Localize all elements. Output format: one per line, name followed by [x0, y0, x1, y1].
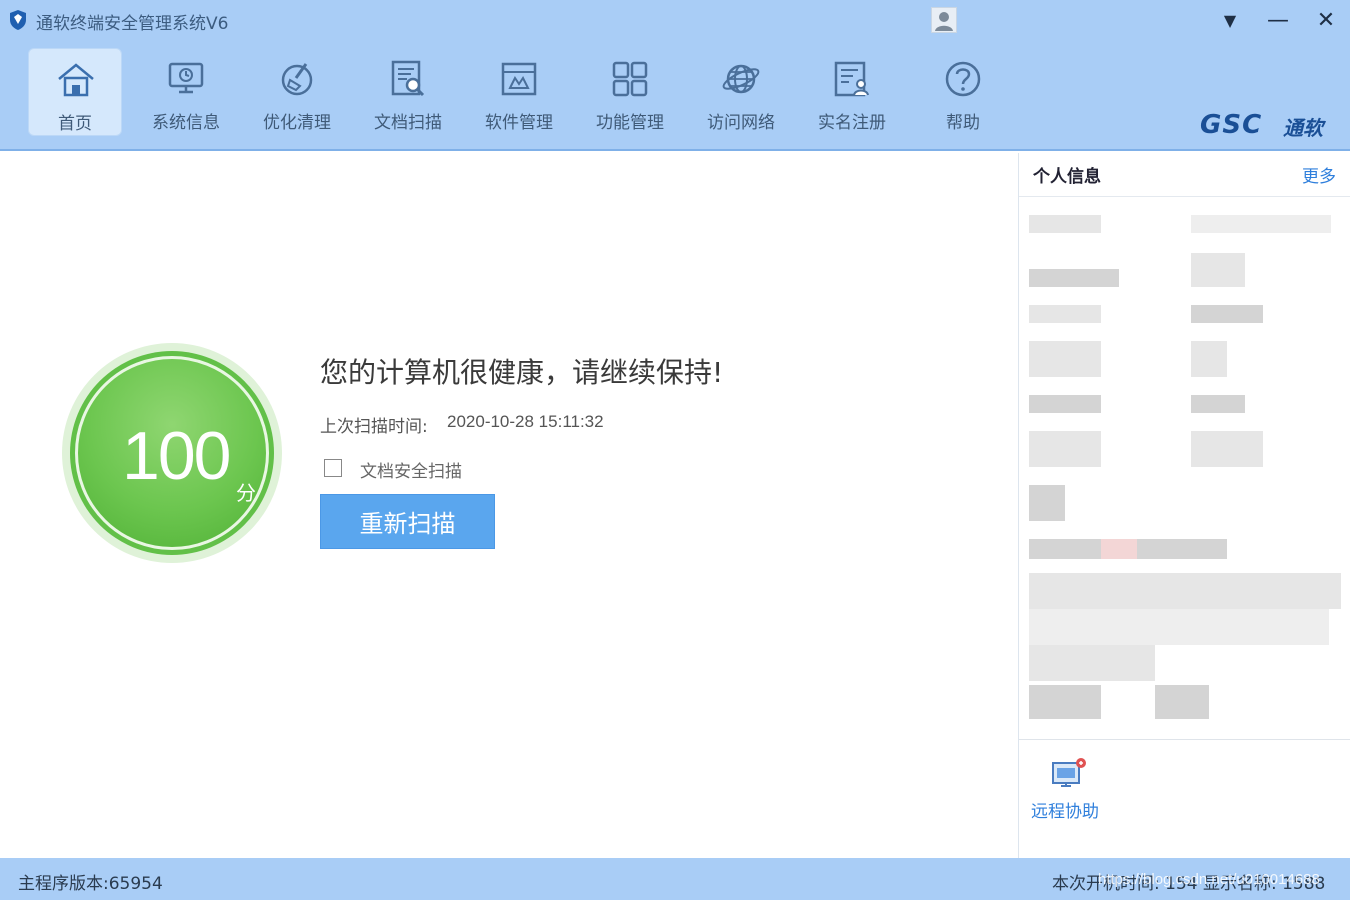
brand-logo-cn: 通软 — [1283, 116, 1323, 140]
minimize-button[interactable]: — — [1258, 4, 1298, 36]
watermark: https://blog.csdn.net/u010014688 — [1098, 871, 1320, 888]
program-version: 主程序版本:65954 — [18, 874, 163, 894]
nav-function-manage-label: 功能管理 — [596, 113, 664, 133]
remote-assist-icon[interactable] — [1049, 755, 1089, 793]
nav-system-info-label: 系统信息 — [152, 113, 220, 133]
user-avatar-button[interactable] — [931, 7, 957, 33]
nav-document-scan-label: 文档扫描 — [374, 113, 442, 133]
health-score-badge: 100 分 — [62, 343, 282, 563]
nav-access-network[interactable]: 访问网络 — [694, 48, 788, 136]
health-headline: 您的计算机很健康，请继续保持! — [320, 356, 724, 389]
close-button[interactable]: ✕ — [1306, 4, 1346, 36]
software-box-icon — [501, 62, 537, 96]
nav-software-manage-label: 软件管理 — [485, 113, 553, 133]
nav-help-label: 帮助 — [946, 113, 980, 133]
user-icon — [935, 12, 953, 31]
last-scan-label: 上次扫描时间: — [320, 417, 428, 437]
personal-info-title: 个人信息 — [1033, 167, 1101, 187]
health-score-unit: 分 — [236, 481, 256, 505]
help-icon — [945, 61, 981, 97]
broom-icon — [281, 63, 313, 96]
grid-icon — [612, 61, 648, 97]
nav-function-manage[interactable]: 功能管理 — [583, 48, 677, 136]
globe-icon — [722, 64, 760, 94]
brand-logo: GSC — [1200, 110, 1263, 140]
divider — [1019, 196, 1350, 197]
shield-logo-icon — [10, 10, 26, 30]
status-bar: 主程序版本:65954 本次开机时间: 154 显示名称: 1588 https… — [0, 858, 1350, 900]
nav-optimize-clean-label: 优化清理 — [263, 113, 331, 133]
main-panel: 100 分 您的计算机很健康，请继续保持! 上次扫描时间: 2020-10-28… — [0, 153, 1018, 858]
main-toolbar: 首页 系统信息 优化清理 文档扫描 软件管理 功能管理 访问网络 实名注册 帮助… — [0, 40, 1350, 151]
nav-realname-register-label: 实名注册 — [818, 113, 886, 133]
doc-scan-checkbox[interactable] — [324, 459, 342, 477]
app-title: 通软终端安全管理系统V6 — [36, 14, 229, 34]
menu-dropdown-button[interactable]: ▼ — [1210, 4, 1250, 36]
nav-software-manage[interactable]: 软件管理 — [472, 48, 566, 136]
doc-scan-checkbox-label[interactable]: 文档安全扫描 — [360, 457, 462, 482]
document-scan-icon — [391, 60, 425, 97]
nav-home-label: 首页 — [58, 114, 92, 134]
rescan-button[interactable]: 重新扫描 — [320, 494, 495, 549]
more-link[interactable]: 更多 — [1302, 162, 1336, 187]
personal-info-panel: 个人信息 更多 远程协助 — [1018, 153, 1350, 858]
nav-document-scan[interactable]: 文档扫描 — [361, 48, 455, 136]
remote-assist-link[interactable]: 远程协助 — [1031, 797, 1099, 822]
monitor-icon — [168, 62, 204, 94]
last-scan-value: 2020-10-28 15:11:32 — [447, 412, 604, 431]
health-score-value: 100 — [122, 418, 231, 494]
title-bar: 通软终端安全管理系统V6 ▼ — ✕ — [0, 0, 1350, 40]
nav-home[interactable]: 首页 — [28, 48, 122, 136]
id-card-icon — [834, 61, 869, 97]
nav-system-info[interactable]: 系统信息 — [139, 48, 233, 136]
home-icon — [58, 63, 94, 97]
nav-access-network-label: 访问网络 — [707, 113, 775, 133]
nav-realname-register[interactable]: 实名注册 — [805, 48, 899, 136]
nav-help[interactable]: 帮助 — [916, 48, 1010, 136]
divider — [1019, 739, 1350, 740]
nav-optimize-clean[interactable]: 优化清理 — [250, 48, 344, 136]
